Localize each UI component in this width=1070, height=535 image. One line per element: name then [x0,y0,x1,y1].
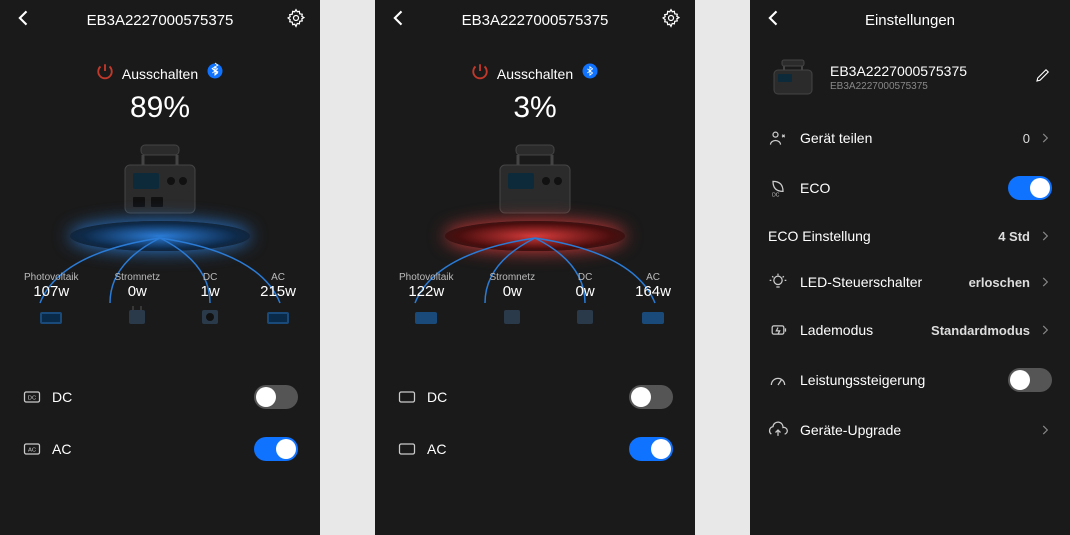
svg-text:DC: DC [772,192,780,198]
speed-icon [768,370,788,390]
load-pv: Photovoltaik 107w [24,272,78,333]
header-title: EB3A2227000575375 [87,12,234,29]
back-button[interactable] [14,8,34,33]
dc-toggle[interactable] [254,385,298,409]
bluetooth-icon[interactable] [581,62,599,85]
chevron-right-icon [1038,229,1052,243]
eco-toggle[interactable] [1008,176,1052,200]
battery-icon [768,320,788,340]
settings-screen: Einstellungen EB3A2227000575375 EB3A2227… [750,0,1070,535]
power-status-label: Ausschalten [122,66,198,82]
row-share[interactable]: Gerät teilen 0 [750,114,1070,162]
dc-toggle[interactable] [629,385,673,409]
row-eco[interactable]: DC ECO [750,162,1070,214]
ac-toggle-label: AC [52,441,71,457]
settings-title: Einstellungen [865,12,955,29]
back-button[interactable] [764,8,784,33]
chevron-right-icon [1038,275,1052,289]
edit-icon[interactable] [1034,66,1052,89]
chevron-right-icon [1038,423,1052,437]
charge-mode-value: Standardmodus [931,323,1030,338]
battery-percentage: 89% [0,91,320,125]
dc-icon: DC [22,387,42,407]
row-boost[interactable]: Leistungssteigerung [750,354,1070,406]
device-screen-2: EB3A2227000575375 Ausschalten 3% [375,0,695,535]
ac-toggle[interactable] [629,437,673,461]
load-grid: Stromnetz 0w [490,272,536,333]
row-charge-mode[interactable]: Lademodus Standardmodus [750,306,1070,354]
ac-toggle-label: AC [427,441,446,457]
load-ac: AC 215w [260,272,296,333]
eco-icon: DC [768,178,788,198]
load-dc: DC 0w [571,272,599,333]
bulb-icon [768,272,788,292]
gear-icon[interactable] [286,8,306,33]
eco-setting-value: 4 Std [998,229,1030,244]
dc-icon [397,387,417,407]
share-icon [768,128,788,148]
chevron-right-icon [1038,131,1052,145]
dc-toggle-label: DC [427,389,447,405]
svg-text:DC: DC [28,396,36,402]
dc-toggle-label: DC [52,389,72,405]
chevron-right-icon [1038,323,1052,337]
svg-text:AC: AC [28,448,36,454]
device-screen-1: EB3A2227000575375 Ausschalten 89% [0,0,320,535]
load-grid: Stromnetz 0w [115,272,161,333]
device-sub: EB3A2227000575375 [830,81,1022,92]
device-image [105,133,215,223]
power-icon[interactable] [471,62,489,85]
gear-icon[interactable] [661,8,681,33]
ac-icon: AC [22,439,42,459]
device-name: EB3A2227000575375 [830,63,1022,79]
load-dc: DC 1w [196,272,224,333]
device-image [480,133,590,223]
boost-toggle[interactable] [1008,368,1052,392]
ac-toggle[interactable] [254,437,298,461]
load-pv: Photovoltaik 122w [399,272,453,333]
load-ac: AC 164w [635,272,671,333]
ac-icon [397,439,417,459]
device-header-row[interactable]: EB3A2227000575375 EB3A2227000575375 [750,40,1070,114]
row-led[interactable]: LED-Steuerschalter erloschen [750,258,1070,306]
bluetooth-icon[interactable] [206,62,224,85]
header-title: EB3A2227000575375 [462,12,609,29]
led-value: erloschen [969,275,1030,290]
battery-percentage: 3% [375,91,695,125]
row-upgrade[interactable]: Geräte-Upgrade [750,406,1070,454]
upload-icon [768,420,788,440]
share-count: 0 [1023,131,1030,146]
power-status-label: Ausschalten [497,66,573,82]
row-eco-setting[interactable]: ECO Einstellung 4 Std [750,214,1070,258]
back-button[interactable] [389,8,409,33]
device-thumb-icon [768,56,818,98]
power-icon[interactable] [96,62,114,85]
